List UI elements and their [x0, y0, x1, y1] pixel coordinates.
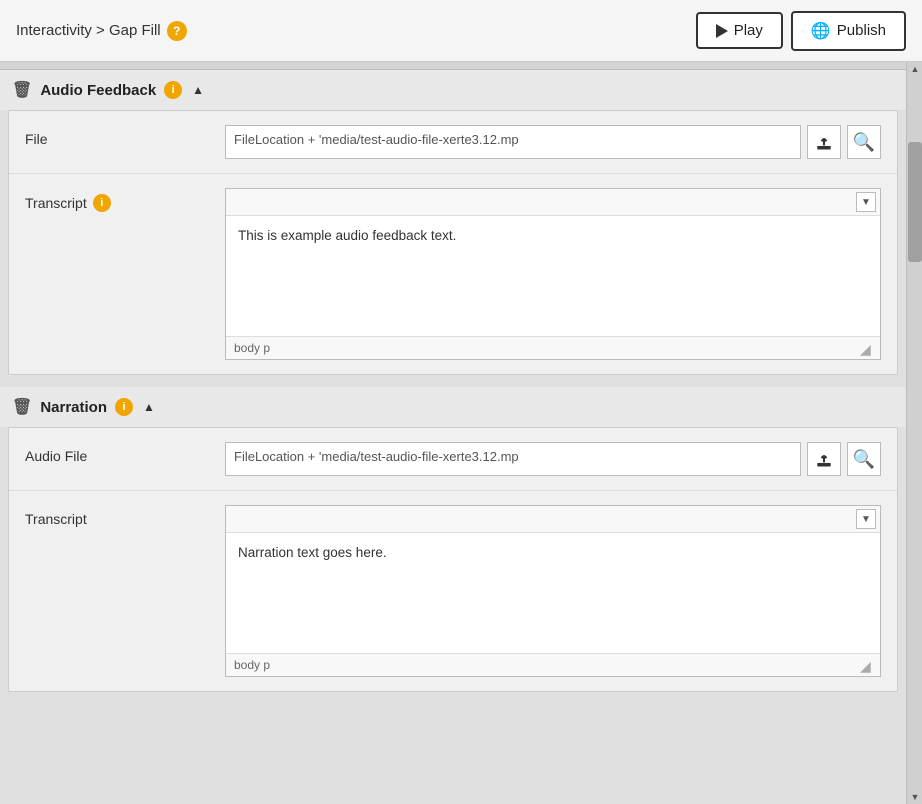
n-transcript-footer: body p ◢: [226, 653, 880, 676]
n-transcript-resize-handle[interactable]: ◢: [860, 659, 872, 671]
scrollbar-up-arrow[interactable]: ▲: [908, 62, 922, 76]
publish-button[interactable]: 🌐 Publish: [791, 11, 906, 51]
play-label: Play: [734, 22, 763, 39]
help-icon[interactable]: ?: [167, 21, 187, 41]
af-file-label: File: [25, 125, 225, 147]
header-actions: Play 🌐 Publish: [696, 11, 906, 51]
n-transcript-toolbar: ▼: [226, 506, 880, 533]
upload-icon: [814, 449, 834, 469]
audio-feedback-header: 🗑 Audio Feedback i ▲: [0, 70, 906, 110]
content-area: 🗑 Audio Feedback i ▲ File FileLocation +…: [0, 62, 922, 804]
narration-trash-icon[interactable]: 🗑: [12, 397, 32, 417]
af-transcript-content[interactable]: This is example audio feedback text.: [226, 216, 880, 336]
n-file-row: Audio File FileLocation + 'media/test-au…: [9, 428, 897, 491]
audio-feedback-title: Audio Feedback: [40, 82, 156, 99]
narration-info-icon[interactable]: i: [115, 398, 133, 416]
scrollbar-down-arrow[interactable]: ▼: [908, 790, 922, 804]
scrollbar-thumb[interactable]: [908, 142, 922, 262]
af-search-button[interactable]: 🔍: [847, 125, 881, 159]
audio-feedback-info-icon[interactable]: i: [164, 81, 182, 99]
n-transcript-wrapper: ▼ Narration text goes here. body p ◢: [225, 505, 881, 677]
search-icon: 🔍: [853, 449, 875, 470]
top-border: [0, 62, 906, 70]
publish-label: Publish: [837, 22, 886, 39]
n-transcript-row: Transcript ▼ Narration text goes here. b…: [9, 491, 897, 691]
narration-header: 🗑 Narration i ▲: [0, 387, 906, 427]
audio-feedback-collapse-icon[interactable]: ▲: [192, 83, 204, 97]
af-file-row: File FileLocation + 'media/test-audio-fi…: [9, 111, 897, 174]
n-transcript-content[interactable]: Narration text goes here.: [226, 533, 880, 653]
narration-panel: Audio File FileLocation + 'media/test-au…: [8, 427, 898, 692]
audio-feedback-trash-icon[interactable]: 🗑: [12, 80, 32, 100]
app-header: Interactivity > Gap Fill ? Play 🌐 Publis…: [0, 0, 922, 62]
af-transcript-footer-text: body p: [234, 341, 270, 355]
n-upload-button[interactable]: [807, 442, 841, 476]
n-file-input[interactable]: FileLocation + 'media/test-audio-file-xe…: [225, 442, 801, 476]
play-button[interactable]: Play: [696, 12, 783, 49]
af-file-controls: FileLocation + 'media/test-audio-file-xe…: [225, 125, 881, 159]
af-file-input[interactable]: FileLocation + 'media/test-audio-file-xe…: [225, 125, 801, 159]
main-content: 🗑 Audio Feedback i ▲ File FileLocation +…: [0, 62, 906, 804]
n-file-label: Audio File: [25, 442, 225, 464]
globe-icon: 🌐: [811, 21, 831, 41]
audio-feedback-section: 🗑 Audio Feedback i ▲ File FileLocation +…: [0, 70, 906, 375]
n-search-button[interactable]: 🔍: [847, 442, 881, 476]
scrollbar-track: ▲ ▼: [906, 62, 922, 804]
af-transcript-row: Transcript i ▼ This is example audio fee…: [9, 174, 897, 374]
narration-title: Narration: [40, 399, 107, 416]
play-triangle-icon: [716, 24, 728, 38]
af-transcript-wrapper: ▼ This is example audio feedback text. b…: [225, 188, 881, 360]
af-transcript-info-icon[interactable]: i: [93, 194, 111, 212]
search-icon: 🔍: [853, 132, 875, 153]
af-transcript-resize-handle[interactable]: ◢: [860, 342, 872, 354]
n-transcript-footer-text: body p: [234, 658, 270, 672]
breadcrumb: Interactivity > Gap Fill ?: [16, 21, 187, 41]
af-transcript-dropdown-btn[interactable]: ▼: [856, 192, 876, 212]
af-transcript-footer: body p ◢: [226, 336, 880, 359]
narration-collapse-icon[interactable]: ▲: [143, 400, 155, 414]
n-transcript-label: Transcript: [25, 505, 225, 527]
af-transcript-toolbar: ▼: [226, 189, 880, 216]
audio-feedback-panel: File FileLocation + 'media/test-audio-fi…: [8, 110, 898, 375]
narration-section: 🗑 Narration i ▲ Audio File FileLocation …: [0, 387, 906, 692]
af-transcript-label: Transcript i: [25, 188, 225, 212]
af-upload-button[interactable]: [807, 125, 841, 159]
n-transcript-dropdown-btn[interactable]: ▼: [856, 509, 876, 529]
breadcrumb-text: Interactivity > Gap Fill: [16, 22, 161, 39]
n-file-controls: FileLocation + 'media/test-audio-file-xe…: [225, 442, 881, 476]
upload-icon: [814, 132, 834, 152]
